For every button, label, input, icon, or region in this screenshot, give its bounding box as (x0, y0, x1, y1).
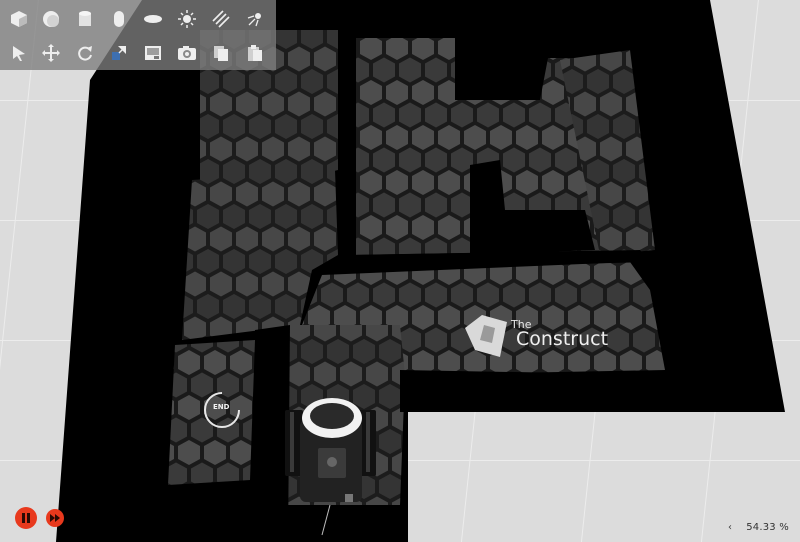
spot-light-icon[interactable] (242, 6, 268, 32)
maze-wall-vertical-1 (338, 28, 356, 258)
pause-icon (22, 513, 30, 523)
gazebo-toolbar (0, 0, 276, 70)
maze-wall-vertical-3 (255, 325, 290, 540)
simulation-viewport[interactable] (0, 0, 800, 542)
directional-light-icon[interactable] (208, 6, 234, 32)
maze-wall-lower (400, 370, 680, 412)
translate-icon[interactable] (38, 40, 64, 66)
zoom-indicator: ‹ 54.33 % (728, 522, 789, 533)
zoom-value: 54.33 % (746, 522, 789, 533)
copy-icon[interactable] (208, 40, 234, 66)
scale-icon[interactable] (106, 40, 132, 66)
box-icon[interactable] (6, 6, 32, 32)
cylinder-icon[interactable] (72, 6, 98, 32)
ellipsoid-icon[interactable] (140, 6, 166, 32)
logo-text-construct: Construct (516, 328, 609, 350)
capsule-icon[interactable] (106, 6, 132, 32)
screenshot-icon[interactable] (140, 40, 166, 66)
rotate-icon[interactable] (72, 40, 98, 66)
maze-wall-vertical-2 (455, 30, 470, 100)
pause-button[interactable] (15, 507, 37, 529)
paste-icon[interactable] (242, 40, 268, 66)
sun-light-icon[interactable] (174, 6, 200, 32)
end-marker-label: END (213, 403, 230, 411)
fast-forward-icon (50, 514, 60, 522)
step-button[interactable] (46, 509, 64, 527)
zoom-collapse-chevron[interactable]: ‹ (728, 522, 732, 533)
select-arrow-icon[interactable] (6, 40, 32, 66)
camera-icon[interactable] (174, 40, 200, 66)
sphere-icon[interactable] (38, 6, 64, 32)
maze-floor-bottom-left (168, 340, 255, 485)
